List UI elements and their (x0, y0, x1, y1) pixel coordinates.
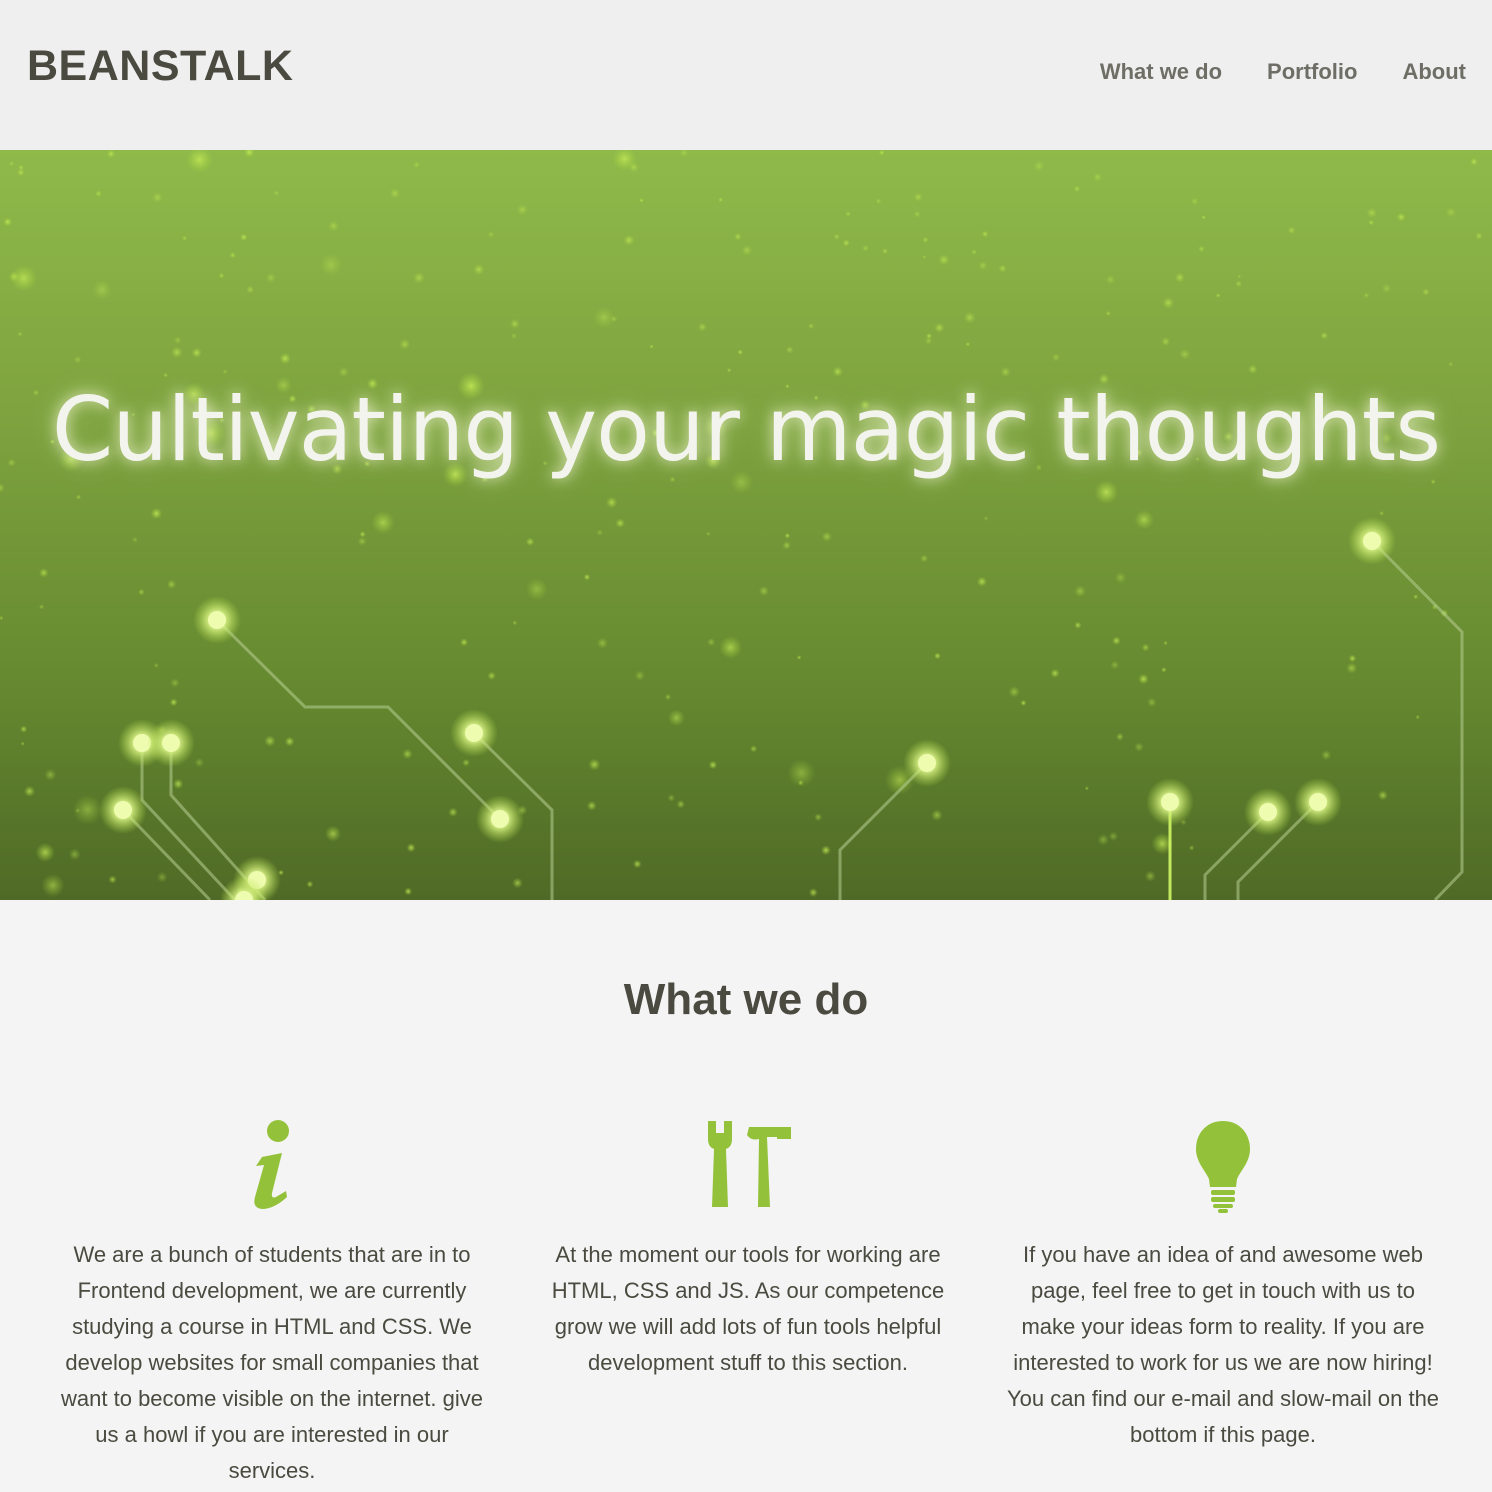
tools-text: At the moment our tools for working are … (551, 1242, 945, 1375)
nav-item-about[interactable]: About (1402, 56, 1466, 88)
site-header: BEANSTALK What we do Portfolio About (0, 0, 1492, 150)
lightbulb-text: If you have an idea of and awesome web p… (1006, 1242, 1440, 1447)
lightbulb-icon (1196, 1121, 1250, 1213)
nav-item-what-we-do[interactable]: What we do (1100, 56, 1222, 88)
nav-item-portfolio[interactable]: Portfolio (1267, 56, 1357, 88)
main-nav: What we do Portfolio About (1100, 56, 1466, 88)
lightbulb-column: If you have an idea of and awesome web p… (1003, 1115, 1443, 1453)
info-text: We are a bunch of students that are in t… (61, 1242, 483, 1483)
tools-column: At the moment our tools for working are … (528, 1115, 968, 1381)
section-title: What we do (623, 975, 869, 1024)
info-icon (254, 1120, 289, 1209)
tools-icon (708, 1121, 791, 1207)
info-column: We are a bunch of students that are in t… (52, 1115, 492, 1489)
hero-banner: Cultivating your magic thoughts (0, 150, 1492, 900)
site-logo[interactable]: BEANSTALK (27, 40, 293, 92)
hero-circuit-background (0, 150, 1483, 900)
hero-title: Cultivating your magic thoughts (51, 378, 1441, 481)
